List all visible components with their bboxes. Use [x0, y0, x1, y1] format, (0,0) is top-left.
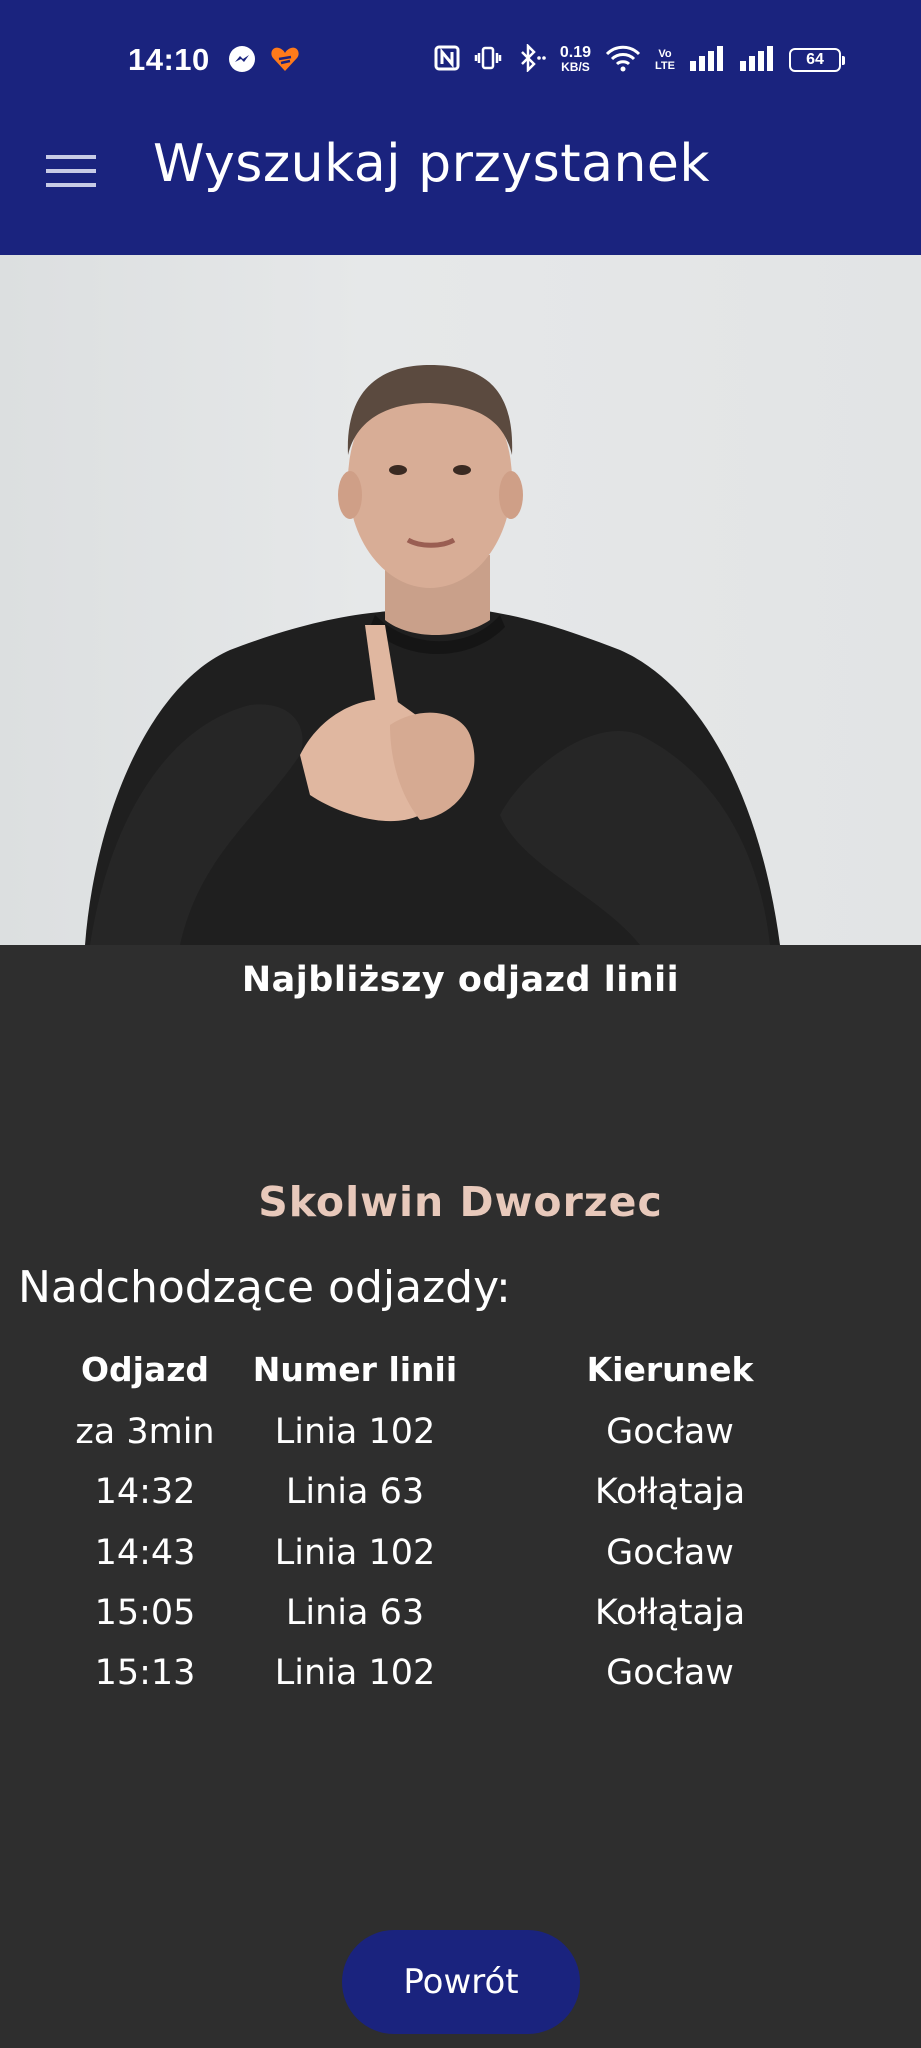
network-speed: 0.19 KB/S [559, 44, 592, 75]
direction: Kołłątaja [594, 1593, 746, 1633]
column-header-direction: Kierunek [586, 1350, 754, 1389]
departure-time: 14:43 [94, 1533, 196, 1573]
direction: Gocław [606, 1412, 734, 1452]
column-header-line-number: Numer linii [252, 1350, 458, 1389]
line-number: Linia 102 [274, 1653, 436, 1693]
status-left-icons [228, 45, 300, 77]
signal-icon [689, 45, 725, 75]
messenger-icon [228, 45, 256, 77]
direction: Gocław [606, 1653, 734, 1693]
section-heading: Najbliższy odjazd linii [241, 960, 680, 1000]
menu-button[interactable] [40, 148, 102, 198]
column-header-departure: Odjazd [80, 1350, 210, 1389]
sign-language-video[interactable] [0, 255, 921, 945]
vibrate-icon [474, 45, 502, 75]
hamburger-menu-icon [46, 151, 96, 195]
battery-icon: 64 [789, 48, 845, 72]
volte-icon: Vo LTE [655, 48, 675, 72]
line-number: Linia 63 [285, 1593, 425, 1633]
line-number: Linia 63 [285, 1472, 425, 1512]
line-number: Linia 102 [274, 1412, 436, 1452]
departure-time: 15:05 [94, 1593, 196, 1633]
departure-time: 15:13 [94, 1653, 196, 1693]
wifi-icon [605, 44, 641, 76]
status-right-icons: 0.19 KB/S Vo LTE 64 [434, 42, 845, 76]
app-screen: 14:10 0.19 KB/S Vo LTE 64 Wyszukaj przys… [0, 0, 921, 2048]
heart-app-icon [270, 45, 300, 77]
departure-time: 14:32 [94, 1472, 196, 1512]
back-button[interactable]: Powrót [342, 1930, 580, 2034]
signal-icon [739, 45, 775, 75]
upcoming-departures-label: Nadchodzące odjazdy: [18, 1262, 511, 1313]
status-time: 14:10 [128, 42, 210, 77]
bluetooth-icon [516, 42, 546, 76]
interpreter-illustration [85, 365, 780, 945]
page-title: Wyszukaj przystanek [153, 134, 711, 194]
line-number: Linia 102 [274, 1533, 436, 1573]
direction: Gocław [606, 1533, 734, 1573]
top-area: 14:10 0.19 KB/S Vo LTE 64 Wyszukaj przys… [0, 0, 921, 255]
status-bar: 14:10 0.19 KB/S Vo LTE 64 [0, 0, 921, 120]
stop-name: Skolwin Dworzec [258, 1178, 663, 1226]
departure-time: za 3min [75, 1412, 215, 1452]
nfc-icon [434, 45, 460, 75]
direction: Kołłątaja [594, 1472, 746, 1512]
